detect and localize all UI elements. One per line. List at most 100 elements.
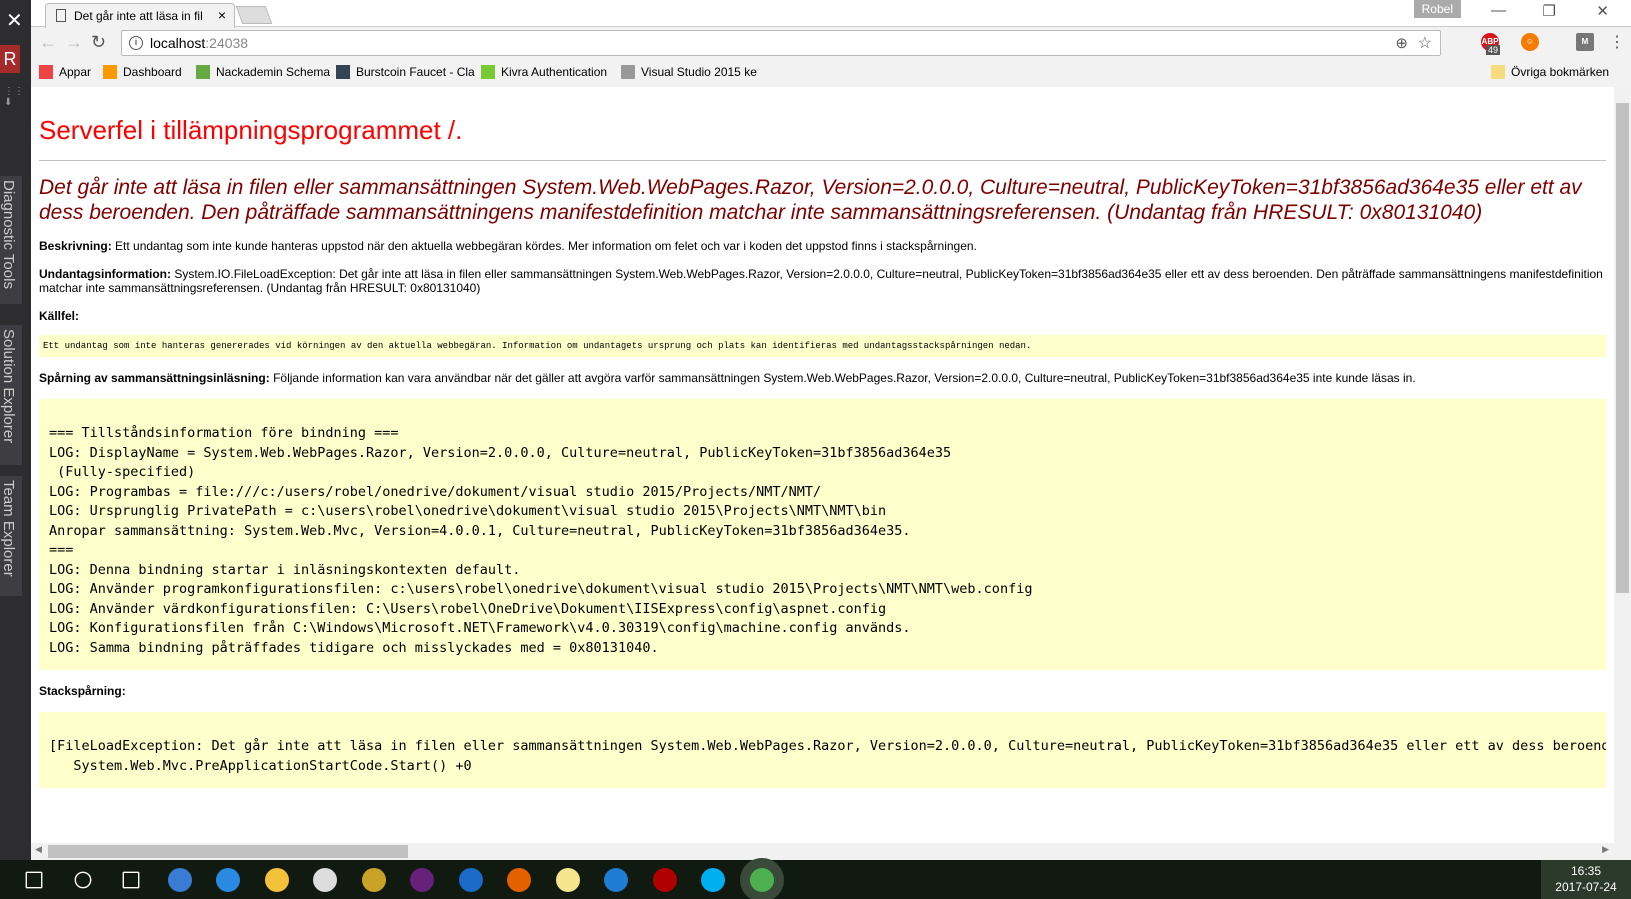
pin-icon[interactable]: ⋮⋮ ⬇ xyxy=(4,86,24,108)
apps-grid-icon xyxy=(39,65,53,79)
fire-extension-icon[interactable]: ☺ xyxy=(1521,33,1539,51)
search-icon[interactable] xyxy=(74,871,91,889)
source-label: Källfel: xyxy=(39,309,80,323)
skype-icon[interactable] xyxy=(701,868,725,892)
app-blue-icon[interactable] xyxy=(167,868,192,892)
moodle-icon xyxy=(103,65,117,79)
sticky-notes-icon[interactable] xyxy=(555,868,580,892)
profile-button[interactable]: Robel xyxy=(1413,0,1461,18)
exception-label: Undantagsinformation: xyxy=(39,267,171,281)
description: Beskrivning: Ett undantag som inte kunde… xyxy=(39,239,1606,253)
stack-label: Stackspårning: xyxy=(39,684,126,698)
bookmark-item[interactable]: Nackademin Schema xyxy=(196,65,330,79)
address-bar[interactable]: i localhost:24038 ⊕ ☆ xyxy=(121,30,1441,56)
vertical-scrollbar[interactable] xyxy=(1614,87,1631,843)
visual-studio-icon[interactable] xyxy=(410,868,434,892)
error-heading: Det går inte att läsa in filen eller sam… xyxy=(39,176,1582,224)
task-view-icon[interactable] xyxy=(122,871,140,889)
menu-icon[interactable]: ⋮ xyxy=(1609,32,1625,52)
shield-extension-icon[interactable]: M xyxy=(1576,33,1594,51)
divider xyxy=(39,160,1606,161)
start-icon[interactable] xyxy=(25,871,43,889)
panel-solution-explorer[interactable]: Solution Explorer xyxy=(0,325,22,465)
clock[interactable]: 16:35 2017-07-24 xyxy=(1541,860,1631,899)
stack-trace: [FileLoadException: Det går inte att läs… xyxy=(39,712,1606,788)
minimize-icon[interactable]: — xyxy=(1491,2,1506,19)
bookmark-label: Appar xyxy=(59,65,92,79)
browser-chrome: Det går inte att läsa in fil × Robel — ❐… xyxy=(31,0,1631,87)
restore-icon[interactable]: ❐ xyxy=(1543,2,1556,20)
info-icon[interactable]: i xyxy=(129,36,143,50)
date: 2017-07-24 xyxy=(1555,880,1617,894)
reload-icon[interactable]: ↻ xyxy=(91,32,106,53)
panel-diagnostic-tools[interactable]: Diagnostic Tools xyxy=(0,176,22,304)
filezilla-icon[interactable] xyxy=(652,868,677,892)
other-bookmarks[interactable]: Övriga bokmärken xyxy=(1491,65,1609,79)
app-sync-icon[interactable] xyxy=(216,868,240,892)
avatar[interactable]: R xyxy=(0,45,20,73)
new-tab-button[interactable] xyxy=(235,6,273,24)
adblock-badge: 49 xyxy=(1486,45,1501,55)
kivra-icon xyxy=(481,65,495,79)
visual-studio-sidebar: ✕ R ⋮⋮ ⬇ Diagnostic Tools Solution Explor… xyxy=(0,0,31,860)
bookmark-label: Kivra Authentication xyxy=(501,65,608,79)
scroll-right-icon[interactable]: ▶ xyxy=(1602,844,1609,855)
panel-team-explorer[interactable]: Team Explorer xyxy=(0,476,22,596)
forward-icon[interactable]: → xyxy=(65,32,83,53)
page-content: Serverfel i tillämpningsprogrammet /. De… xyxy=(31,87,1614,843)
close-icon[interactable]: ✕ xyxy=(6,8,23,33)
bookmark-label: Dashboard xyxy=(123,65,182,79)
url-host: localhost xyxy=(150,35,206,51)
bookmark-label: Visual Studio 2015 ke xyxy=(641,65,757,79)
page-title: Serverfel i tillämpningsprogrammet /. xyxy=(39,115,463,145)
trace-text: Följande information kan vara användbar … xyxy=(273,371,1416,385)
bitcoin-app-icon[interactable] xyxy=(458,868,483,892)
tools-icon[interactable] xyxy=(361,868,386,892)
bookmark-item[interactable]: Burstcoin Faucet - Cla xyxy=(336,65,475,79)
tab-active[interactable]: Det går inte att läsa in fil × xyxy=(45,3,235,28)
groove-icon[interactable] xyxy=(313,868,337,892)
taskbar: 16:35 2017-07-24 xyxy=(0,860,1631,899)
description-label: Beskrivning: xyxy=(39,239,112,253)
trace-label: Spårning av sammansättningsinläsning: xyxy=(39,371,270,385)
tab-title: Det går inte att läsa in fil xyxy=(74,9,203,23)
time: 16:35 xyxy=(1570,864,1602,878)
zoom-icon[interactable]: ⊕ xyxy=(1395,34,1408,52)
edge-icon[interactable] xyxy=(604,868,628,892)
chrome-icon[interactable] xyxy=(749,868,774,892)
scrollbar-thumb[interactable] xyxy=(48,845,408,858)
bookmark-item[interactable]: Kivra Authentication xyxy=(481,65,607,79)
binding-log: === Tillståndsinformation före bindning … xyxy=(39,399,1606,670)
bookmark-item[interactable]: Appar xyxy=(39,65,91,79)
source-error-label: Källfel: xyxy=(39,309,1606,323)
bookmark-label: Nackademin Schema xyxy=(216,65,331,79)
bookmark-item[interactable]: Visual Studio 2015 ke xyxy=(621,65,757,79)
document-icon xyxy=(621,65,635,79)
scroll-left-icon[interactable]: ◀ xyxy=(35,844,42,855)
bookmark-label: Burstcoin Faucet - Cla xyxy=(356,65,475,79)
exception-text: System.IO.FileLoadException: Det går int… xyxy=(39,267,1603,295)
stack-trace-label: Stackspårning: xyxy=(39,684,1606,698)
source-error-box: Ett undantag som inte hanteras genererad… xyxy=(39,335,1606,357)
url-port: :24038 xyxy=(205,35,249,51)
scrollbar-thumb[interactable] xyxy=(1616,103,1629,593)
window-close-icon[interactable]: ✕ xyxy=(1596,2,1609,20)
other-bookmarks-label: Övriga bokmärken xyxy=(1511,65,1610,79)
burstcoin-icon xyxy=(336,65,350,79)
back-icon[interactable]: ← xyxy=(39,32,57,53)
bookmarks-bar: Appar Dashboard Nackademin Schema Burstcoin… xyxy=(31,59,1631,87)
toolbar: ← → ↻ i localhost:24038 ⊕ ☆ ABP 49 ☺ M ⋮ xyxy=(31,27,1631,59)
tab-close-icon[interactable]: × xyxy=(218,7,226,23)
tab-strip: Det går inte att läsa in fil × Robel — ❐… xyxy=(31,0,1631,28)
folder-icon xyxy=(1491,65,1505,79)
horizontal-scrollbar[interactable]: ◀ ▶ xyxy=(31,843,1631,860)
bookmark-item[interactable]: Dashboard xyxy=(103,65,182,79)
file-explorer-icon[interactable] xyxy=(264,868,289,892)
document-icon xyxy=(56,9,66,22)
firefox-icon[interactable] xyxy=(507,868,531,892)
description-text: Ett undantag som inte kunde hanteras upp… xyxy=(115,239,977,253)
bookmark-star-icon[interactable]: ☆ xyxy=(1418,33,1432,53)
assembly-load-trace: Spårning av sammansättningsinläsning: Fö… xyxy=(39,371,1606,385)
cupcake-icon xyxy=(196,65,210,79)
exception-info: Undantagsinformation: System.IO.FileLoad… xyxy=(39,267,1606,295)
